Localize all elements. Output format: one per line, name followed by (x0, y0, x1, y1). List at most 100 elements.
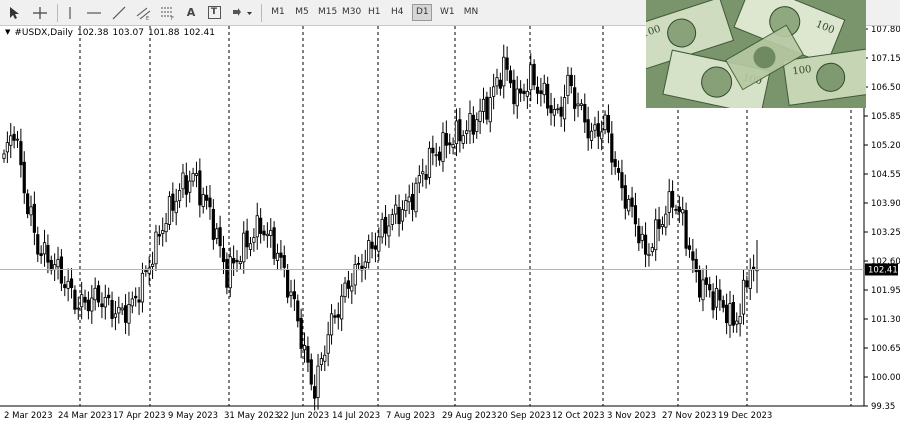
candle-bearish (485, 96, 489, 120)
candle-bullish (194, 173, 199, 176)
candle-bearish (69, 278, 74, 289)
candle-bearish (620, 172, 624, 189)
horizontal-line-tool[interactable] (84, 3, 104, 22)
candle-bearish (63, 284, 67, 289)
candle-bearish (573, 87, 577, 109)
candle-bullish (390, 214, 394, 225)
candle-bullish (120, 307, 124, 311)
candle-bearish (32, 203, 36, 233)
timeframe-m30[interactable]: M30 (339, 4, 363, 21)
candle-bearish (299, 317, 303, 349)
trendline-tool[interactable] (110, 3, 128, 22)
dollar-bills-image: 100 100 100 100 (646, 0, 866, 108)
timeframe-m15[interactable]: M15 (315, 4, 339, 21)
candle-bearish (508, 70, 513, 84)
candle-bearish (221, 247, 226, 263)
candle-bearish (262, 230, 266, 236)
timeframe-h1[interactable]: H1 (365, 4, 383, 21)
candle-bullish (593, 124, 597, 131)
candle-bullish (589, 130, 594, 141)
candle-bearish (225, 259, 229, 288)
candle-bearish (309, 359, 313, 385)
candle-bullish (255, 215, 259, 238)
candle-bearish (39, 253, 43, 256)
arrows-tool[interactable] (229, 3, 255, 22)
timeframe-m5[interactable]: M5 (292, 4, 312, 21)
candle-bearish (333, 315, 337, 318)
timeframe-d1[interactable]: D1 (412, 4, 432, 21)
crosshair-tool[interactable] (30, 3, 50, 22)
candle-bearish (596, 123, 600, 137)
price-tick-label: 100.00 (871, 373, 900, 383)
candle-bullish (404, 200, 408, 212)
candle-bearish (313, 386, 317, 399)
timeframe-h4[interactable]: H4 (388, 4, 406, 21)
candle-bullish (566, 74, 570, 96)
candle-bullish (576, 103, 580, 107)
candle-bullish (167, 196, 172, 225)
candle-bearish (437, 151, 442, 161)
fibonacci-tool[interactable]: F (158, 3, 178, 22)
time-tick-label: 17 Apr 2023 (113, 411, 166, 421)
candle-bearish (73, 289, 77, 310)
ohlc-high: 103.07 (112, 28, 144, 38)
candle-bullish (319, 358, 324, 366)
candle-bullish (714, 287, 719, 308)
text-tool[interactable]: A (183, 3, 199, 22)
candle-bullish (451, 144, 455, 148)
toolbar-separator (261, 4, 262, 22)
candle-bearish (36, 234, 40, 255)
time-tick-label: 3 Nov 2023 (607, 411, 656, 421)
candle-bullish (492, 86, 496, 97)
candle-bearish (410, 194, 415, 210)
candle-bullish (177, 189, 182, 202)
candle-bullish (660, 224, 665, 228)
candle-bullish (441, 132, 445, 162)
candle-bullish (5, 142, 9, 153)
time-tick-label: 29 Aug 2023 (442, 411, 496, 421)
candle-bullish (302, 345, 307, 351)
candle-bullish (80, 294, 84, 308)
svg-text:E: E (146, 16, 149, 20)
candle-bullish (525, 90, 529, 97)
equidistant-channel-tool[interactable]: E (134, 3, 154, 22)
candle-bearish (12, 133, 16, 141)
candle-bullish (650, 247, 654, 253)
candle-bullish (400, 209, 405, 222)
vertical-line-icon (69, 6, 71, 19)
candle-bullish (394, 204, 398, 215)
candle-bullish (735, 320, 739, 325)
candle-bearish (96, 285, 101, 303)
candle-bullish (56, 259, 60, 268)
cursor-tool[interactable] (6, 3, 24, 22)
timeframe-w1[interactable]: W1 (437, 4, 457, 21)
svg-text:F: F (171, 16, 174, 20)
candle-bullish (475, 119, 479, 132)
timeframe-mn[interactable]: MN (460, 4, 482, 21)
chart-menu-arrow-icon[interactable]: ▼ (5, 28, 10, 38)
candle-bullish (363, 261, 367, 269)
candle-bearish (684, 210, 688, 249)
candle-bullish (421, 171, 425, 175)
candle-bullish (228, 256, 232, 289)
candle-bearish (370, 241, 374, 249)
timeframe-m1[interactable]: M1 (268, 4, 288, 21)
candle-bearish (697, 269, 702, 298)
candle-bearish (232, 258, 236, 264)
candle-bearish (100, 303, 104, 308)
candle-bearish (691, 251, 695, 261)
time-tick-label: 12 Oct 2023 (552, 411, 605, 421)
text-label-tool[interactable]: T (206, 3, 222, 22)
candle-bearish (282, 255, 286, 268)
candle-bearish (137, 299, 141, 303)
vertical-line-tool[interactable] (62, 3, 78, 22)
candle-bearish (674, 208, 678, 211)
candle-bearish (123, 305, 128, 323)
candle-bearish (171, 193, 175, 211)
current-price-label: 102.41 (868, 265, 898, 275)
candle-bullish (640, 233, 644, 241)
candle-bullish (326, 334, 330, 354)
price-tick-label: 105.85 (871, 112, 900, 122)
candle-bullish (728, 303, 732, 326)
candle-bearish (26, 193, 30, 215)
